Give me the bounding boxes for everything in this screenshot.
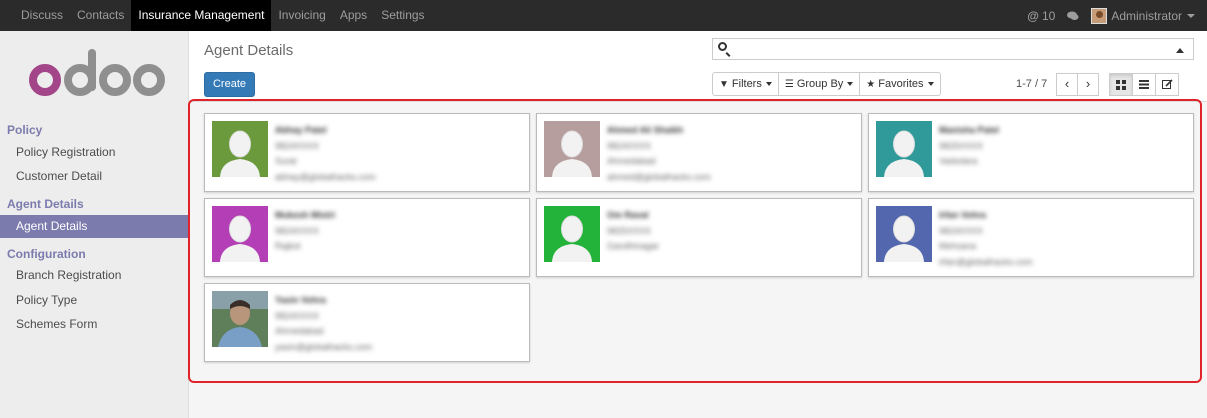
favorites-button[interactable]: ★ Favorites	[859, 72, 941, 96]
chevron-down-icon	[847, 82, 854, 86]
user-avatar	[1091, 7, 1108, 24]
bars-icon: ☰	[784, 78, 794, 90]
grid-icon	[1116, 80, 1126, 90]
pager-previous-button[interactable]: ‹	[1056, 73, 1078, 96]
group-by-label: Group By	[796, 78, 844, 90]
chat-button[interactable]	[1067, 11, 1079, 21]
filters-button[interactable]: ▼ Filters	[712, 72, 779, 96]
chevron-right-icon: ›	[1085, 76, 1091, 91]
chat-icon	[1067, 11, 1079, 20]
chevron-down-icon	[1187, 13, 1195, 18]
menu-invoicing[interactable]: Invoicing	[271, 0, 332, 31]
create-button[interactable]: Create	[204, 72, 255, 97]
sidebar-item-schemes-form[interactable]: Schemes Form	[0, 313, 189, 336]
menu-discuss[interactable]: Discuss	[14, 0, 70, 31]
sidebar-section-policy: Policy	[7, 123, 43, 137]
user-menu[interactable]: Administrator	[1091, 7, 1195, 24]
search-bar[interactable]	[712, 38, 1194, 60]
sidebar-item-customer-detail[interactable]: Customer Detail	[0, 165, 189, 188]
top-navbar: Discuss Contacts Insurance Management In…	[0, 0, 1207, 31]
list-view-button[interactable]	[1132, 73, 1156, 96]
notifications-count: 10	[1041, 8, 1056, 23]
top-menu: Discuss Contacts Insurance Management In…	[0, 0, 432, 31]
odoo-logo	[29, 49, 165, 96]
chevron-down-icon	[927, 82, 934, 86]
at-icon: @	[1027, 8, 1039, 23]
list-icon	[1139, 80, 1149, 89]
chevron-left-icon: ‹	[1064, 76, 1070, 91]
systray: @ 10 Administrator	[1027, 0, 1207, 31]
search-input[interactable]	[733, 41, 1163, 57]
sidebar-item-agent-details[interactable]: Agent Details	[0, 215, 189, 238]
sidebar-item-policy-registration[interactable]: Policy Registration	[0, 141, 189, 164]
menu-settings[interactable]: Settings	[374, 0, 431, 31]
search-options-toggle-icon[interactable]	[1176, 48, 1184, 53]
search-options: ▼ Filters ☰ Group By ★ Favorites	[712, 72, 941, 96]
favorites-label: Favorites	[878, 78, 924, 90]
sidebar-section-configuration: Configuration	[7, 247, 86, 261]
kanban-view-button[interactable]	[1109, 73, 1133, 96]
page-title: Agent Details	[204, 42, 294, 59]
filters-label: Filters	[731, 78, 762, 90]
user-name: Administrator	[1111, 8, 1182, 23]
pager-next-button[interactable]: ›	[1077, 73, 1099, 96]
group-by-button[interactable]: ☰ Group By	[777, 72, 861, 96]
sidebar-item-policy-type[interactable]: Policy Type	[0, 289, 189, 312]
chevron-down-icon	[765, 82, 772, 86]
search-icon	[718, 42, 727, 51]
notifications-button[interactable]: @ 10	[1027, 9, 1055, 23]
form-view-button[interactable]	[1155, 73, 1179, 96]
menu-contacts[interactable]: Contacts	[70, 0, 131, 31]
sidebar-section-agent-details: Agent Details	[7, 197, 84, 211]
filter-icon: ▼	[719, 78, 729, 90]
pager-value[interactable]: 1-7 / 7	[1016, 78, 1047, 90]
edit-icon	[1161, 79, 1173, 89]
menu-insurance-management[interactable]: Insurance Management	[131, 0, 272, 31]
highlight-annotation	[188, 99, 1202, 383]
star-icon: ★	[866, 78, 876, 90]
sidebar-item-branch-registration[interactable]: Branch Registration	[0, 264, 189, 287]
menu-apps[interactable]: Apps	[333, 0, 374, 31]
